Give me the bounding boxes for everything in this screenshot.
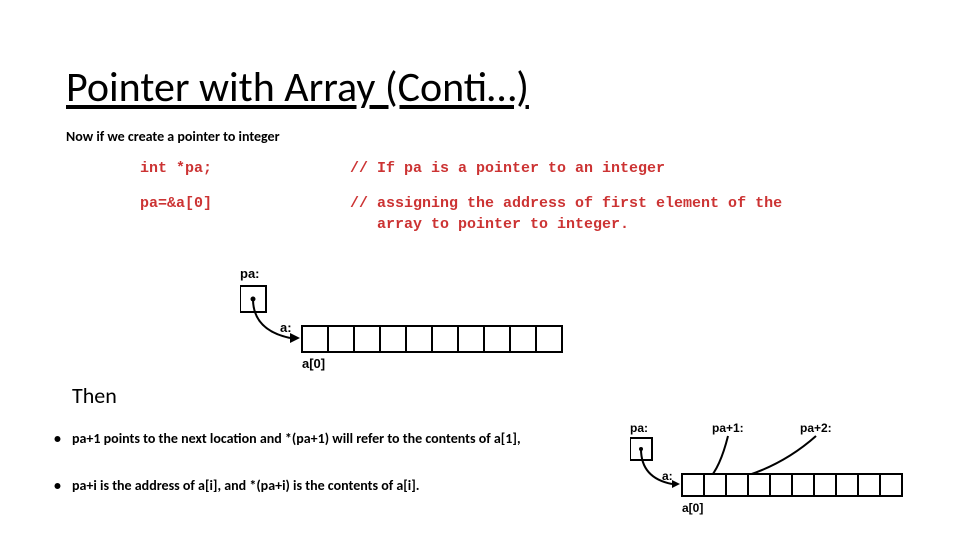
code-decl: int *pa; xyxy=(140,158,350,179)
bullet-item: pa+i is the address of a[i], and *(pa+i)… xyxy=(48,477,618,496)
slide-title: Pointer with Array (Conti…) xyxy=(66,62,529,113)
bullet-list: pa+1 points to the next location and *(p… xyxy=(48,430,618,524)
code-comment-2: // assigning the address of first elemen… xyxy=(350,193,782,235)
a0-label: a[0] xyxy=(302,356,325,371)
slide-subtitle: Now if we create a pointer to integer xyxy=(66,128,280,145)
code-comment-1: // If pa is a pointer to an integer xyxy=(350,158,665,179)
a-label: a: xyxy=(280,320,292,335)
pointer-diagram-1: pa: a: a[0] xyxy=(240,260,620,380)
pa-label: pa: xyxy=(630,421,648,435)
code-assign: pa=&a[0] xyxy=(140,193,350,235)
pa-label: pa: xyxy=(240,266,260,281)
pointer-diagram-2: pa: pa+1: pa+2: a: a[0] xyxy=(630,418,960,538)
then-label: Then xyxy=(72,382,117,409)
a0-label: a[0] xyxy=(682,501,703,515)
pa1-label: pa+1: xyxy=(712,421,744,435)
pa2-label: pa+2: xyxy=(800,421,832,435)
bullet-item: pa+1 points to the next location and *(p… xyxy=(48,430,618,449)
a-label: a: xyxy=(662,469,673,483)
code-block: int *pa; // If pa is a pointer to an int… xyxy=(140,158,782,235)
